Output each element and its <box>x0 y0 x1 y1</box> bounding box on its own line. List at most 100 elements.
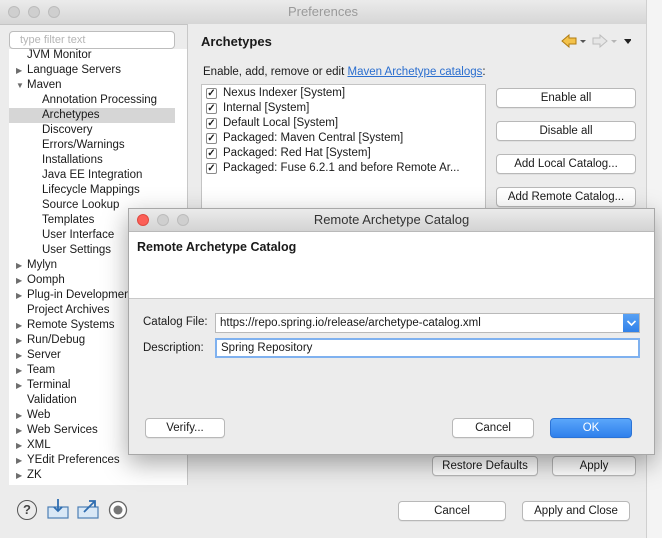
tree-item-label: Installations <box>42 154 103 166</box>
tree-item-label: Project Archives <box>27 304 110 316</box>
expanded-arrow-icon[interactable]: ▼ <box>16 78 24 93</box>
description-label: Description: <box>143 342 204 354</box>
apply-button[interactable]: Apply <box>552 456 636 476</box>
catalog-label: Nexus Indexer [System] <box>223 87 346 99</box>
tree-item-label: ZK <box>27 469 42 481</box>
archetype-catalogs-link[interactable]: Maven Archetype catalogs <box>347 66 482 78</box>
oomph-icon[interactable] <box>108 500 128 520</box>
dialog-heading: Remote Archetype Catalog <box>137 240 297 254</box>
tree-item-label: Web <box>27 409 51 421</box>
verify-button[interactable]: Verify... <box>145 418 225 438</box>
description-text: Enable, add, remove or edit <box>203 66 348 78</box>
collapsed-arrow-icon[interactable]: ▶ <box>16 333 22 348</box>
dialog-zoom-icon[interactable] <box>177 214 189 226</box>
tree-item-label: Terminal <box>27 379 71 391</box>
catalog-checkbox[interactable]: ✓ <box>206 148 217 159</box>
tree-item-label: XML <box>27 439 51 451</box>
tree-item-label: Templates <box>42 214 95 226</box>
catalog-checkbox[interactable]: ✓ <box>206 118 217 129</box>
tree-item-label: Web Services <box>27 424 98 436</box>
collapsed-arrow-icon[interactable]: ▶ <box>16 363 22 378</box>
tree-item-label: Language Servers <box>27 64 121 76</box>
preferences-footer: ? Cancel Apply and Close <box>0 485 646 538</box>
tree-item-label: Lifecycle Mappings <box>42 184 140 196</box>
view-menu-icon[interactable] <box>624 39 631 44</box>
enable-all-button[interactable]: Enable all <box>496 88 636 108</box>
catalog-file-label: Catalog File: <box>143 316 208 328</box>
catalog-list[interactable]: ✓ Nexus Indexer [System] ✓ Internal [System… <box>201 84 486 209</box>
catalog-checkbox[interactable]: ✓ <box>206 103 217 114</box>
catalog-label: Default Local [System] <box>223 117 339 129</box>
dialog-close-icon[interactable] <box>137 214 149 226</box>
description-colon: : <box>482 66 486 78</box>
tree-item-label: Errors/Warnings <box>42 139 125 151</box>
catalog-file-value: https://repo.spring.io/release/archetype… <box>220 317 481 329</box>
collapsed-arrow-icon[interactable]: ▶ <box>16 63 22 78</box>
tree-item-label: Discovery <box>42 124 93 136</box>
help-icon[interactable]: ? <box>17 500 37 520</box>
page-title: Archetypes <box>201 34 272 49</box>
collapsed-arrow-icon[interactable]: ▶ <box>16 423 22 438</box>
tree-item-label: Source Lookup <box>42 199 120 211</box>
tree-item-label: User Settings <box>42 244 112 256</box>
collapsed-arrow-icon[interactable]: ▶ <box>16 453 22 468</box>
tree-item-label: Maven <box>27 79 62 91</box>
tree-item-label: User Interface <box>42 229 115 241</box>
tree-item-label: Validation <box>27 394 77 406</box>
restore-defaults-button[interactable]: Restore Defaults <box>432 456 538 476</box>
catalog-file-combo[interactable]: https://repo.spring.io/release/archetype… <box>215 313 640 333</box>
tree-item-label: YEdit Preferences <box>27 454 120 466</box>
window-title: Preferences <box>287 4 359 19</box>
collapsed-arrow-icon[interactable]: ▶ <box>16 318 22 333</box>
collapsed-arrow-icon[interactable]: ▶ <box>16 378 22 393</box>
tree-item[interactable]: Archetypes <box>9 108 175 123</box>
dropdown-arrow-icon[interactable] <box>623 314 639 332</box>
dialog-header: Remote Archetype Catalog <box>129 232 654 299</box>
collapsed-arrow-icon[interactable]: ▶ <box>16 438 22 453</box>
apply-and-close-button[interactable]: Apply and Close <box>522 501 630 521</box>
dialog-cancel-button[interactable]: Cancel <box>452 418 534 438</box>
minimize-window-icon[interactable] <box>28 6 40 18</box>
window-titlebar: Preferences <box>0 0 646 25</box>
collapsed-arrow-icon[interactable]: ▶ <box>16 468 22 483</box>
export-icon[interactable] <box>76 498 100 520</box>
catalog-label: Internal [System] <box>223 102 310 114</box>
catalog-checkbox[interactable]: ✓ <box>206 88 217 99</box>
collapsed-arrow-icon[interactable]: ▶ <box>16 408 22 423</box>
tree-item-label: Team <box>27 364 56 376</box>
catalog-label: Packaged: Fuse 6.2.1 and before Remote A… <box>223 162 460 174</box>
catalog-checkbox[interactable]: ✓ <box>206 163 217 174</box>
remote-catalog-dialog: Remote Archetype Catalog Remote Archetyp… <box>128 208 655 455</box>
cancel-button[interactable]: Cancel <box>398 501 506 521</box>
catalog-label: Packaged: Red Hat [System] <box>223 147 371 159</box>
back-arrow-icon[interactable] <box>561 34 586 48</box>
tree-item-label: Plug-in Development <box>27 289 134 301</box>
dialog-title: Remote Archetype Catalog <box>313 212 470 227</box>
page-description: Enable, add, remove or edit Maven Archet… <box>203 66 486 78</box>
import-icon[interactable] <box>46 498 70 520</box>
page-nav-toolbar <box>561 34 631 48</box>
collapsed-arrow-icon[interactable]: ▶ <box>16 348 22 363</box>
collapsed-arrow-icon[interactable]: ▶ <box>16 288 22 303</box>
close-window-icon[interactable] <box>8 6 20 18</box>
tree-item-label: Mylyn <box>27 259 58 271</box>
filter-input[interactable]: type filter text <box>9 31 175 49</box>
description-input[interactable]: Spring Repository <box>215 338 640 358</box>
tree-item-label: Server <box>27 349 61 361</box>
tree-item-label: Archetypes <box>42 109 100 121</box>
add-remote-catalog-button[interactable]: Add Remote Catalog... <box>496 187 636 207</box>
collapsed-arrow-icon[interactable]: ▶ <box>16 258 22 273</box>
collapsed-arrow-icon[interactable]: ▶ <box>16 273 22 288</box>
zoom-window-icon[interactable] <box>48 6 60 18</box>
dialog-titlebar: Remote Archetype Catalog <box>129 209 654 232</box>
catalog-checkbox[interactable]: ✓ <box>206 133 217 144</box>
forward-arrow-icon[interactable] <box>592 34 617 48</box>
catalog-label: Packaged: Maven Central [System] <box>223 132 404 144</box>
disable-all-button[interactable]: Disable all <box>496 121 636 141</box>
tree-item-label: Java EE Integration <box>42 169 143 181</box>
tree-item-label: Annotation Processing <box>42 94 158 106</box>
dialog-minimize-icon[interactable] <box>157 214 169 226</box>
ok-button[interactable]: OK <box>550 418 632 438</box>
tree-item-label: JVM Monitor <box>27 49 92 61</box>
add-local-catalog-button[interactable]: Add Local Catalog... <box>496 154 636 174</box>
